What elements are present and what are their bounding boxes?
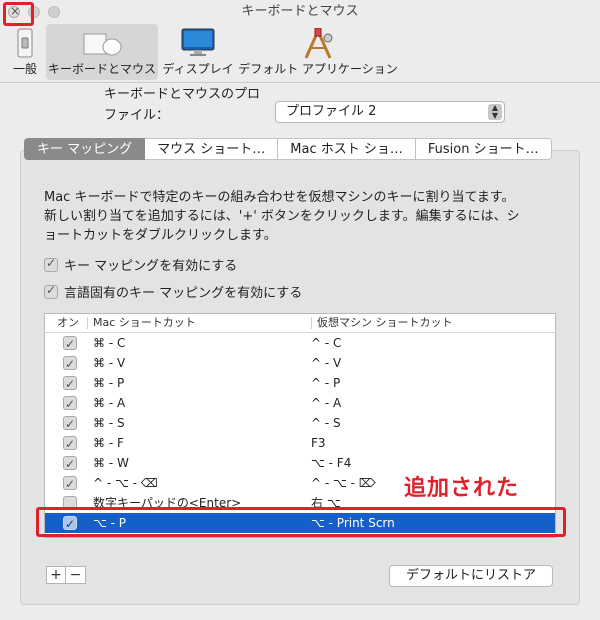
- row-enabled-checkbox[interactable]: [63, 454, 77, 474]
- enable-key-mapping-checkbox[interactable]: キー マッピングを有効にする: [44, 255, 237, 274]
- toolbar-item-label: デフォルト アプリケーション: [238, 62, 398, 76]
- row-enabled-checkbox[interactable]: [63, 334, 77, 354]
- column-header-vm[interactable]: 仮想マシン ショートカット: [317, 314, 453, 332]
- description-line: Mac キーボードで特定のキーの組み合わせを仮想マシンのキーに割り当てます。: [44, 190, 515, 205]
- description-line: 新しい割り当てを追加するには、'+' ボタンをクリックします。編集するには、シ: [44, 209, 520, 224]
- profile-heading: キーボードとマウスのプロ: [104, 87, 261, 102]
- mac-shortcut: ⌘ - C: [93, 336, 126, 350]
- added-row-highlight-annotation: [36, 507, 566, 537]
- table-row[interactable]: ⌘ - A ^ - A: [45, 393, 555, 414]
- description-text: Mac キーボードで特定のキーの組み合わせを仮想マシンのキーに割り当てます。 新…: [44, 188, 564, 245]
- mac-shortcut: ⌘ - S: [93, 416, 125, 430]
- mac-shortcut: ⌘ - A: [93, 396, 126, 410]
- row-enabled-checkbox[interactable]: [63, 434, 77, 454]
- toolbar-item-label: ディスプレイ: [162, 62, 234, 76]
- checkmark-icon: [44, 256, 58, 272]
- mac-shortcut: ⌘ - F: [93, 436, 124, 450]
- row-enabled-checkbox[interactable]: [63, 374, 77, 394]
- vm-shortcut: ^ - A: [311, 396, 342, 410]
- row-enabled-checkbox[interactable]: [63, 354, 77, 374]
- table-row[interactable]: ⌘ - P ^ - P: [45, 373, 555, 394]
- keyboard-mouse-icon: [80, 28, 124, 61]
- table-header: オン Mac ショートカット 仮想マシン ショートカット: [45, 314, 555, 333]
- mac-shortcut: ⌘ - P: [93, 376, 125, 390]
- restore-defaults-button[interactable]: デフォルトにリストア: [389, 565, 553, 587]
- window-title: キーボードとマウス: [241, 4, 359, 19]
- zoom-window-icon[interactable]: [48, 6, 60, 18]
- row-enabled-checkbox[interactable]: [63, 394, 77, 414]
- row-enabled-checkbox[interactable]: [63, 474, 77, 494]
- mac-shortcut: ^ - ⌥ - ⌫: [93, 476, 158, 490]
- profile-select[interactable]: プロファイル 2 ▲ ▼: [275, 101, 505, 123]
- column-header-on[interactable]: オン: [57, 314, 79, 332]
- preferences-toolbar: 一般 キーボードとマウス ディスプレイ デフォルト アプリケーション: [0, 24, 600, 80]
- vm-shortcut: ^ - S: [311, 416, 341, 430]
- default-applications-icon: [300, 27, 336, 63]
- tab-fusion-shortcuts[interactable]: Fusion ショート…: [415, 138, 552, 160]
- column-header-mac[interactable]: Mac ショートカット: [93, 314, 196, 332]
- display-icon: [180, 28, 216, 61]
- mac-shortcut: ⌘ - V: [93, 356, 126, 370]
- added-annotation: 追加された: [404, 476, 520, 501]
- tab-bar: キー マッピング マウス ショート… Mac ホスト ショ… Fusion ショ…: [24, 138, 552, 160]
- tab-mac-host-shortcuts[interactable]: Mac ホスト ショ…: [278, 138, 416, 160]
- toolbar-divider: [0, 82, 600, 83]
- checkbox-label: 言語固有のキー マッピングを有効にする: [64, 286, 303, 301]
- row-enabled-checkbox[interactable]: [63, 414, 77, 434]
- table-row[interactable]: ⌘ - F F3: [45, 433, 555, 454]
- vm-shortcut: ⌥ - F4: [311, 456, 352, 470]
- toolbar-item-default-applications[interactable]: デフォルト アプリケーション: [238, 24, 398, 80]
- tab-key-mapping[interactable]: キー マッピング: [24, 138, 146, 160]
- profile-label: ファイル：: [104, 108, 170, 123]
- remove-mapping-button[interactable]: −: [66, 566, 86, 584]
- table-row[interactable]: ⌘ - C ^ - C: [45, 333, 555, 354]
- vm-shortcut: ^ - C: [311, 336, 342, 350]
- description-line: ョートカットをダブルクリックします。: [44, 228, 277, 243]
- up-down-chevron-icon: ▲ ▼: [488, 104, 502, 120]
- toolbar-item-display[interactable]: ディスプレイ: [160, 24, 236, 80]
- mac-shortcut: ⌘ - W: [93, 456, 129, 470]
- table-row[interactable]: ⌘ - S ^ - S: [45, 413, 555, 434]
- toolbar-item-label: 一般: [12, 62, 37, 76]
- general-switch-icon: [15, 28, 35, 61]
- add-mapping-button[interactable]: +: [46, 566, 66, 584]
- vm-shortcut: ^ - ⌥ - ⌦: [311, 476, 376, 490]
- toolbar-item-general[interactable]: 一般: [6, 24, 44, 80]
- key-mapping-table: オン Mac ショートカット 仮想マシン ショートカット ⌘ - C ^ - C…: [44, 313, 556, 538]
- vm-shortcut: ^ - V: [311, 356, 342, 370]
- add-remove-control: + −: [46, 566, 86, 584]
- table-row[interactable]: ⌘ - V ^ - V: [45, 353, 555, 374]
- toolbar-item-keyboard-mouse[interactable]: キーボードとマウス: [46, 24, 158, 80]
- profile-select-value: プロファイル 2: [286, 104, 377, 119]
- vm-shortcut: ^ - P: [311, 376, 341, 390]
- enable-language-mapping-checkbox[interactable]: 言語固有のキー マッピングを有効にする: [44, 282, 302, 301]
- tab-mouse-shortcuts[interactable]: マウス ショート…: [145, 138, 279, 160]
- checkbox-label: キー マッピングを有効にする: [64, 259, 238, 274]
- close-highlight-annotation: [3, 2, 34, 26]
- checkmark-icon: [44, 283, 58, 299]
- toolbar-item-label: キーボードとマウス: [47, 62, 156, 76]
- vm-shortcut: F3: [311, 436, 326, 450]
